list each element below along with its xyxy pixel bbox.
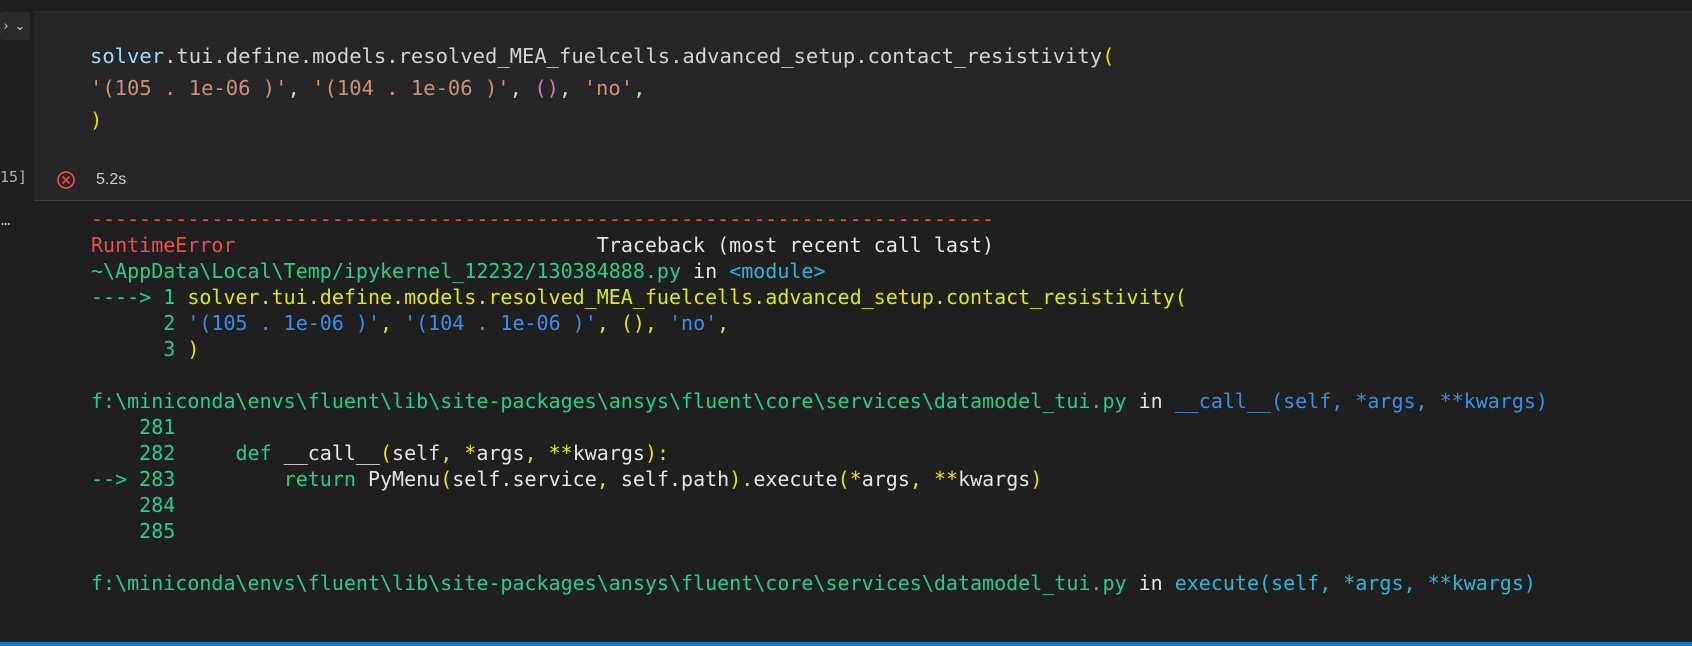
output-more-indicator[interactable]: ... xyxy=(0,210,11,229)
error-name: RuntimeError xyxy=(91,233,236,257)
code-text: ). xyxy=(729,467,754,491)
code-text: , xyxy=(909,467,934,491)
code-token: ( xyxy=(1102,44,1115,68)
notebook-view: › ⌄ solver.tui.define.models.resolved_ME… xyxy=(0,0,1692,646)
code-line-1: solver.tui.define.models.resolved_MEA_fu… xyxy=(90,40,1114,72)
code-token: , xyxy=(633,76,646,100)
traceback-title: Traceback (most recent call last) xyxy=(235,233,995,257)
frame-file: ~\AppData\Local\Temp/ipykernel_12232/130… xyxy=(91,259,682,283)
code-text: , xyxy=(717,311,730,335)
code-text: ** xyxy=(933,467,959,491)
line-number: ----> 1 xyxy=(91,285,188,309)
code-text: PyMenu xyxy=(367,467,441,491)
frame1-line-3: 3 ) xyxy=(91,335,199,363)
line-number: 2 xyxy=(91,311,188,335)
code-text: solver.tui.define.models.resolved_MEA_fu… xyxy=(187,285,1187,309)
frame3-location: f:\miniconda\envs\fluent\lib\site-packag… xyxy=(91,569,1536,597)
chevron-right-icon: › xyxy=(3,18,9,34)
cell-status-bar: 5.2s xyxy=(34,162,1692,201)
code-text: 'no' xyxy=(668,311,718,335)
cell-collapse-toggle[interactable]: › ⌄ xyxy=(0,12,30,40)
cell-output: ----------------------------------------… xyxy=(34,201,1692,646)
code-text: kwargs xyxy=(572,441,645,465)
frame2-line-284: 284 xyxy=(91,493,176,517)
code-text: , xyxy=(524,441,549,465)
code-cell-input[interactable]: solver.tui.define.models.resolved_MEA_fu… xyxy=(34,11,1692,163)
frame2-location: f:\miniconda\envs\fluent\lib\site-packag… xyxy=(91,387,1548,415)
code-text: ( xyxy=(440,467,453,491)
frame-in: in xyxy=(1126,389,1175,413)
code-line-2: '(105 . 1e-06 )', '(104 . 1e-06 )', (), … xyxy=(90,72,645,104)
code-token: '(105 . 1e-06 )' xyxy=(90,76,288,100)
code-text: , xyxy=(379,311,405,335)
code-text: args xyxy=(861,467,910,491)
code-token: ) xyxy=(90,108,103,132)
code-line-3: ) xyxy=(90,104,102,136)
code-token: solver xyxy=(90,44,165,68)
code-text: ** xyxy=(548,441,573,465)
code-keyword: return xyxy=(187,467,368,491)
frame2-line-285: 285 xyxy=(91,519,176,543)
frame2-line-282: 282 def __call__(self, *args, **kwargs): xyxy=(91,439,669,467)
execution-count: 15] xyxy=(0,168,28,186)
frame1-line-1: ----> 1 solver.tui.define.models.resolve… xyxy=(91,283,1187,311)
frame-in: in xyxy=(1126,571,1175,595)
code-text: execute xyxy=(753,467,838,491)
line-number: 3 xyxy=(91,337,188,361)
frame1-line-2: 2 '(105 . 1e-06 )', '(104 . 1e-06 )', ()… xyxy=(91,309,729,337)
code-text: self.path xyxy=(620,467,730,491)
code-text: __call__ xyxy=(283,441,380,465)
code-token: , xyxy=(559,76,584,100)
code-text: ( xyxy=(379,441,393,465)
code-text: ( xyxy=(837,467,850,491)
frame2-line-281: 281 xyxy=(91,415,176,439)
traceback-dashes: ----------------------------------------… xyxy=(91,207,995,231)
code-text: ) xyxy=(1030,467,1043,491)
code-text: args xyxy=(476,441,525,465)
code-token: , xyxy=(509,76,535,100)
line-number: 282 xyxy=(91,441,188,465)
code-text: , (), xyxy=(596,311,669,335)
code-text: '(105 . 1e-06 )' xyxy=(187,311,380,335)
chevron-down-icon: ⌄ xyxy=(14,18,26,34)
frame-in: in xyxy=(681,259,730,283)
top-divider xyxy=(0,0,1692,11)
code-keyword: def xyxy=(187,441,284,465)
traceback-header: RuntimeError Traceback (most recent call… xyxy=(91,231,994,259)
code-token: '(104 . 1e-06 )' xyxy=(312,76,510,100)
frame1-location: ~\AppData\Local\Temp/ipykernel_12232/130… xyxy=(91,257,826,285)
frame-func: <module> xyxy=(729,259,826,283)
frame2-line-283: --> 283 return PyMenu(self.service, self… xyxy=(91,465,1042,493)
code-text: * xyxy=(849,467,862,491)
frame-file: f:\miniconda\envs\fluent\lib\site-packag… xyxy=(91,389,1127,413)
code-token: , xyxy=(287,76,313,100)
code-token: .tui.define.models.resolved_MEA_fuelcell… xyxy=(164,44,1103,68)
code-text: ): xyxy=(644,441,670,465)
code-text: , xyxy=(440,441,465,465)
code-token: () xyxy=(534,76,560,100)
frame-func: execute(self, *args, **kwargs) xyxy=(1174,571,1536,595)
code-text: , xyxy=(596,467,621,491)
line-number: --> 283 xyxy=(91,467,188,491)
error-circle-icon xyxy=(57,171,75,189)
execution-duration: 5.2s xyxy=(96,171,127,188)
frame-func: __call__(self, *args, **kwargs) xyxy=(1174,389,1548,413)
bottom-accent-bar xyxy=(0,642,1692,646)
code-text: * xyxy=(464,441,477,465)
code-text: kwargs xyxy=(958,467,1031,491)
code-text: self xyxy=(392,441,441,465)
frame-file: f:\miniconda\envs\fluent\lib\site-packag… xyxy=(91,571,1127,595)
code-text: '(104 . 1e-06 )' xyxy=(404,311,597,335)
code-text: ) xyxy=(187,337,200,361)
code-token: 'no' xyxy=(583,76,634,100)
code-text: self.service xyxy=(452,467,597,491)
